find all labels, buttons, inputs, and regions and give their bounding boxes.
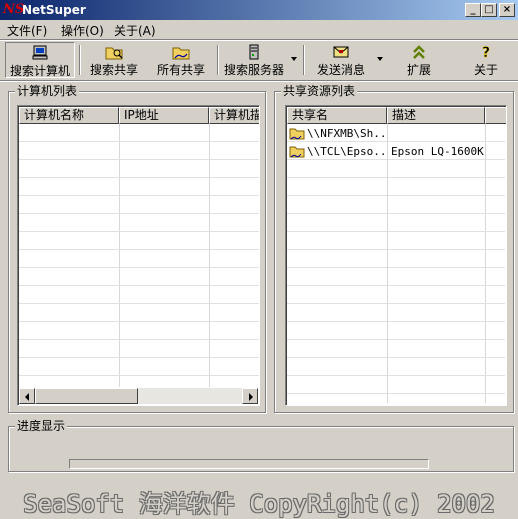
computer-list-hscrollbar[interactable]: [19, 388, 258, 404]
computer-icon: [32, 45, 48, 60]
column-computer-name[interactable]: 计算机名称: [19, 107, 119, 124]
about-button[interactable]: ? 关于: [465, 42, 507, 78]
search-server-dropdown-arrow[interactable]: [291, 57, 297, 61]
grid-line: [19, 231, 259, 232]
computer-list-view[interactable]: 计算机名称 IP地址 计算机描述: [17, 105, 260, 406]
scroll-left-button[interactable]: [19, 388, 35, 404]
grid-line: [19, 357, 259, 358]
share-list-group: 共享资源列表 共享名 描述 \\NFXMB\Sh... \\TCL\Epso...…: [274, 84, 514, 413]
grid-line: [287, 357, 505, 358]
grid-line: [19, 249, 259, 250]
grid-line: [387, 124, 388, 403]
share-row[interactable]: \\TCL\Epso... Epson LQ-1600K: [287, 143, 505, 160]
column-filler: [485, 107, 506, 124]
grid-line: [19, 321, 259, 322]
share-name-cell: \\TCL\Epso...: [307, 145, 387, 158]
share-list-view[interactable]: 共享名 描述 \\NFXMB\Sh... \\TCL\Epso... Epson L…: [285, 105, 507, 406]
progress-bar: [69, 459, 429, 469]
window-title: NetSuper: [22, 3, 86, 17]
grid-line: [287, 195, 505, 196]
grid-line: [19, 375, 259, 376]
grid-line: [19, 177, 259, 178]
minimize-button[interactable]: _: [465, 3, 481, 17]
send-message-dropdown-arrow[interactable]: [377, 57, 383, 61]
expand-button[interactable]: 扩展: [395, 42, 443, 78]
toolbar-separator-line: [0, 80, 518, 82]
grid-line: [119, 124, 120, 387]
title-bar[interactable]: NS NetSuper _ □ ×: [0, 0, 518, 20]
envelope-icon: [333, 46, 349, 58]
svg-text:?: ?: [482, 45, 490, 60]
grid-line: [287, 303, 505, 304]
copyright-footer: SeaSoft 海洋软件 CopyRight(c) 2002: [23, 490, 495, 518]
menu-about[interactable]: 关于(A): [114, 22, 156, 39]
double-chevron-up-icon: [413, 45, 425, 59]
share-row[interactable]: \\NFXMB\Sh...: [287, 125, 505, 142]
arrow-left-icon: [25, 393, 29, 401]
grid-line: [287, 375, 505, 376]
grid-line: [19, 303, 259, 304]
grid-line: [287, 339, 505, 340]
server-icon: [249, 44, 259, 60]
computer-list-title: 计算机列表: [15, 84, 80, 98]
grid-line: [19, 213, 259, 214]
progress-title: 进度显示: [15, 419, 68, 433]
toolbar-separator: [303, 45, 305, 75]
column-share-name[interactable]: 共享名: [287, 107, 387, 124]
grid-line: [19, 141, 259, 142]
grid-line: [19, 195, 259, 196]
help-question-icon: ?: [482, 45, 491, 60]
maximize-button[interactable]: □: [481, 3, 497, 17]
menu-file[interactable]: 文件(F): [7, 22, 47, 39]
share-description-cell: Epson LQ-1600K: [391, 145, 484, 158]
close-button[interactable]: ×: [499, 3, 515, 17]
share-list-title: 共享资源列表: [281, 84, 358, 98]
progress-group: 进度显示: [8, 419, 514, 472]
toolbar: 搜索计算机 搜索共享 所有共享 搜索服务器 发送消息 扩展 ? 关于: [0, 41, 518, 79]
shared-folder-icon: [289, 128, 305, 140]
grid-line: [287, 267, 505, 268]
shared-folder-icon: [289, 146, 305, 158]
grid-line: [19, 339, 259, 340]
grid-line: [287, 249, 505, 250]
scroll-thumb[interactable]: [35, 388, 138, 404]
menu-bar: 文件(F) 操作(O) 关于(A): [0, 20, 518, 39]
shared-folder-icon: [172, 47, 190, 60]
grid-line: [19, 285, 259, 286]
search-share-icon: [105, 47, 123, 60]
column-computer-description[interactable]: 计算机描述: [209, 107, 259, 124]
grid-line: [209, 124, 210, 387]
arrow-right-icon: [249, 393, 253, 401]
computer-list-group: 计算机列表 计算机名称 IP地址 计算机描述: [8, 84, 266, 413]
search-share-button[interactable]: 搜索共享: [84, 42, 144, 78]
grid-line: [287, 213, 505, 214]
grid-line: [19, 267, 259, 268]
scroll-right-button[interactable]: [242, 388, 258, 404]
send-message-button[interactable]: 发送消息: [310, 42, 372, 78]
grid-line: [287, 177, 505, 178]
toolbar-separator: [79, 45, 81, 75]
share-name-cell: \\NFXMB\Sh...: [307, 127, 387, 140]
netsuper-logo-icon: NS: [3, 2, 25, 17]
grid-line: [19, 159, 259, 160]
search-server-button[interactable]: 搜索服务器: [221, 42, 287, 78]
search-computer-button[interactable]: 搜索计算机: [5, 42, 75, 78]
grid-line: [485, 124, 486, 403]
grid-line: [287, 285, 505, 286]
main-window: NS NetSuper _ □ × 文件(F) 操作(O) 关于(A) 搜索计算…: [0, 0, 518, 519]
menu-action[interactable]: 操作(O): [61, 22, 104, 39]
column-share-description[interactable]: 描述: [387, 107, 485, 124]
toolbar-separator: [217, 45, 219, 75]
grid-line: [287, 321, 505, 322]
grid-line: [287, 393, 505, 394]
grid-line: [287, 231, 505, 232]
column-ip-address[interactable]: IP地址: [119, 107, 209, 124]
all-share-button[interactable]: 所有共享: [150, 42, 212, 78]
